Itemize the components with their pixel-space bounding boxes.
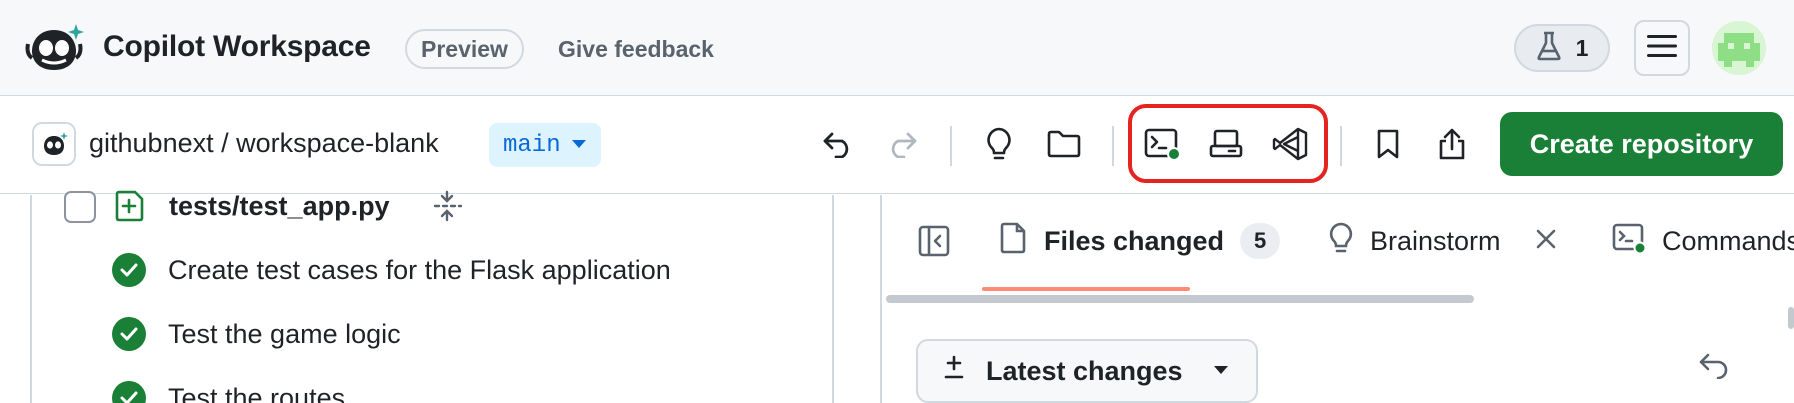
task-text: Create test cases for the Flask applicat… xyxy=(168,254,671,285)
highlight-annotation-box xyxy=(1128,104,1328,183)
right-pane: Files changed 5 Brainstorm Commands Late… xyxy=(880,195,1794,403)
beaker-icon xyxy=(1536,31,1562,66)
right-pane-tabs: Files changed 5 Brainstorm Commands xyxy=(882,195,1794,291)
redo-icon[interactable] xyxy=(878,120,926,168)
task-text: Test the routes xyxy=(168,382,346,403)
branch-name: main xyxy=(503,131,561,159)
top-header: Copilot Workspace Preview Give feedback … xyxy=(0,0,1794,96)
file-select-checkbox[interactable] xyxy=(64,191,96,223)
vertical-scrollbar[interactable] xyxy=(1788,307,1794,329)
active-tab-indicator xyxy=(982,287,1190,291)
horizontal-scrollbar[interactable] xyxy=(886,295,1474,303)
copilot-small-icon xyxy=(44,132,68,155)
fold-icon[interactable] xyxy=(432,190,463,227)
labs-count: 1 xyxy=(1575,34,1589,61)
list-item: Test the routes xyxy=(112,378,345,403)
plus-minus-icon xyxy=(942,355,966,388)
check-circle-icon xyxy=(112,317,146,351)
task-text: Test the game logic xyxy=(168,318,401,349)
tab-files-changed[interactable]: Files changed 5 xyxy=(1000,221,1281,261)
toolbar-divider xyxy=(1340,126,1342,166)
tab-commands[interactable]: Commands xyxy=(1612,221,1794,261)
lightbulb-icon[interactable] xyxy=(975,120,1023,168)
chevron-down-icon xyxy=(571,136,587,154)
lightbulb-icon xyxy=(1328,222,1354,261)
app-title[interactable]: Copilot Workspace xyxy=(103,30,371,64)
avatar[interactable] xyxy=(1712,21,1766,75)
bookmark-icon[interactable] xyxy=(1364,120,1412,168)
latest-changes-label: Latest changes xyxy=(986,355,1183,386)
repo-owner-avatar[interactable] xyxy=(32,122,76,166)
tab-label: Commands xyxy=(1662,225,1794,256)
list-item: Create test cases for the Flask applicat… xyxy=(112,250,671,290)
share-icon[interactable] xyxy=(1428,120,1476,168)
create-repository-button[interactable]: Create repository xyxy=(1500,112,1783,176)
latest-changes-dropdown[interactable]: Latest changes xyxy=(916,339,1258,403)
preview-badge: Preview xyxy=(405,29,524,69)
file-added-icon xyxy=(115,190,145,227)
tab-brainstorm[interactable]: Brainstorm xyxy=(1328,221,1557,261)
labs-button[interactable]: 1 xyxy=(1514,24,1610,72)
pane-resize-handle[interactable] xyxy=(832,195,834,403)
left-pane-rail xyxy=(30,195,32,403)
toolbar-divider xyxy=(1112,126,1114,166)
main-menu-button[interactable] xyxy=(1634,20,1690,76)
terminal-icon xyxy=(1612,222,1647,261)
branch-selector[interactable]: main xyxy=(489,123,601,167)
chevron-down-icon xyxy=(1213,362,1229,380)
workspace-toolbar: githubnext / workspace-blank main Create… xyxy=(0,96,1794,194)
undo-icon[interactable] xyxy=(814,120,862,168)
file-name[interactable]: tests/test_app.py xyxy=(169,191,390,222)
list-item: Test the game logic xyxy=(112,314,401,354)
tab-label: Files changed xyxy=(1044,225,1225,256)
toolbar-divider xyxy=(950,126,952,166)
file-diff-icon xyxy=(1000,222,1028,261)
close-icon[interactable] xyxy=(1535,226,1557,257)
check-circle-icon xyxy=(112,381,146,403)
give-feedback-link[interactable]: Give feedback xyxy=(558,36,714,63)
tab-label: Brainstorm xyxy=(1370,225,1501,256)
check-circle-icon xyxy=(112,253,146,287)
repo-path[interactable]: githubnext / workspace-blank xyxy=(89,128,439,159)
revert-icon[interactable] xyxy=(1698,351,1730,384)
sidebar-toggle-icon[interactable] xyxy=(910,217,958,265)
folder-icon[interactable] xyxy=(1040,120,1088,168)
files-changed-count: 5 xyxy=(1240,223,1281,259)
copilot-logo-icon[interactable] xyxy=(24,20,84,76)
hamburger-menu-icon xyxy=(1647,34,1677,63)
